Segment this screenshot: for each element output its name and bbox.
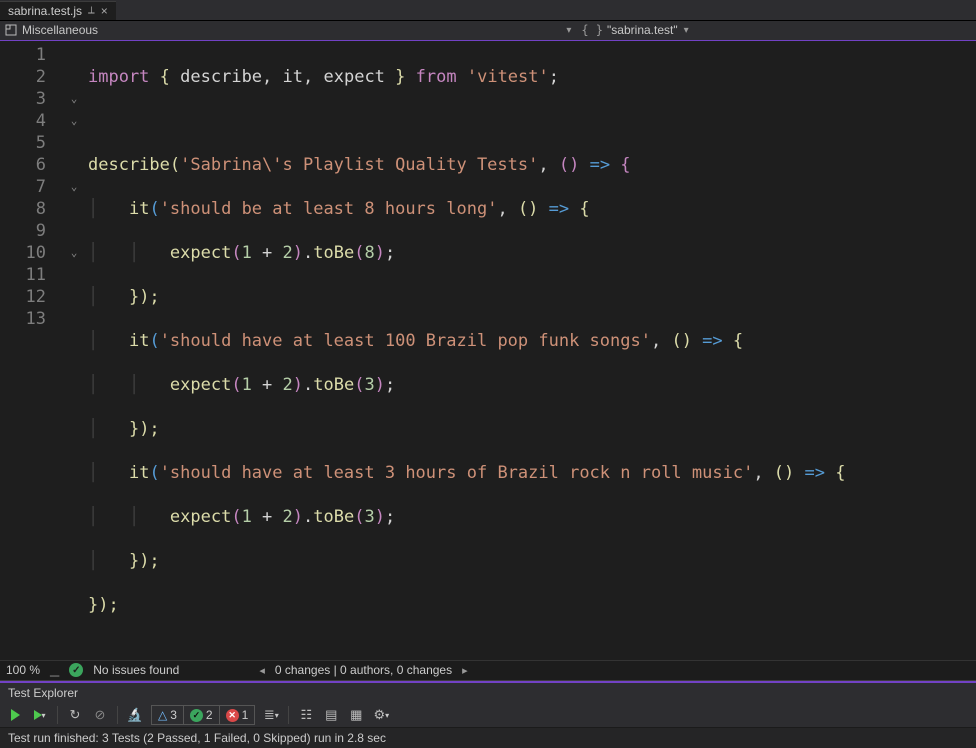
code-editor[interactable]: 12345678910111213 ⌄⌄⌄⌄ import { describe… (0, 40, 976, 660)
line-gutter: 12345678910111213 (0, 41, 60, 660)
repeat-button[interactable]: ↻ (64, 704, 86, 726)
issues-text[interactable]: No issues found (93, 663, 179, 677)
run-all-button[interactable] (4, 704, 26, 726)
layout-side-button[interactable]: ▤ (320, 704, 342, 726)
cancel-button[interactable]: ⊘ (89, 704, 111, 726)
test-run-status: Test run finished: 3 Tests (2 Passed, 1 … (0, 728, 976, 748)
nav-back-icon[interactable]: ◂ (259, 664, 265, 677)
editor-status-bar: 100 % ▁ ✓ No issues found ◂ 0 changes | … (0, 660, 976, 681)
settings-button[interactable]: ⚙▾ (370, 704, 392, 726)
project-dropdown[interactable]: Miscellaneous (22, 23, 98, 37)
tab-bar: sabrina.test.js ⟂ × (0, 0, 976, 21)
braces-icon: { } (581, 23, 603, 37)
filter-failed[interactable]: ✕1 (220, 706, 255, 724)
filter-passed[interactable]: ✓2 (184, 706, 220, 724)
run-button[interactable]: ▾ (29, 704, 51, 726)
tab-sabrina-test[interactable]: sabrina.test.js ⟂ × (0, 1, 116, 20)
changes-text[interactable]: 0 changes | 0 authors, 0 changes (275, 663, 452, 677)
code-body[interactable]: import { describe, it, expect } from 'vi… (88, 41, 976, 660)
project-icon (4, 23, 18, 37)
close-icon[interactable]: × (101, 4, 108, 18)
fold-gutter[interactable]: ⌄⌄⌄⌄ (60, 41, 88, 660)
zoom-level[interactable]: 100 % (6, 663, 40, 677)
nav-fwd-icon[interactable]: ▸ (462, 664, 468, 677)
test-explorer-title: Test Explorer (0, 683, 976, 703)
issues-ok-icon: ✓ (69, 663, 83, 677)
context-bar: Miscellaneous ▾ { } "sabrina.test" ▾ (0, 21, 976, 40)
layout-list-button[interactable]: ☷ (295, 704, 317, 726)
layout-grid-button[interactable]: ▦ (345, 704, 367, 726)
test-explorer-toolbar: ▾ ↻ ⊘ 🔬 △3 ✓2 ✕1 ≣▾ ☷ ▤ ▦ ⚙▾ (0, 703, 976, 728)
playlist-button[interactable]: ≣▾ (260, 704, 282, 726)
pin-icon[interactable]: ⟂ (88, 5, 95, 16)
flask-button[interactable]: 🔬 (124, 704, 146, 726)
project-chevron-icon[interactable]: ▾ (560, 25, 577, 36)
tab-filename: sabrina.test.js (8, 4, 82, 18)
filter-box: △3 ✓2 ✕1 (151, 705, 255, 725)
scope-chevron-icon[interactable]: ▾ (678, 25, 695, 36)
filter-total[interactable]: △3 (152, 706, 184, 724)
scope-dropdown[interactable]: "sabrina.test" (607, 23, 678, 37)
